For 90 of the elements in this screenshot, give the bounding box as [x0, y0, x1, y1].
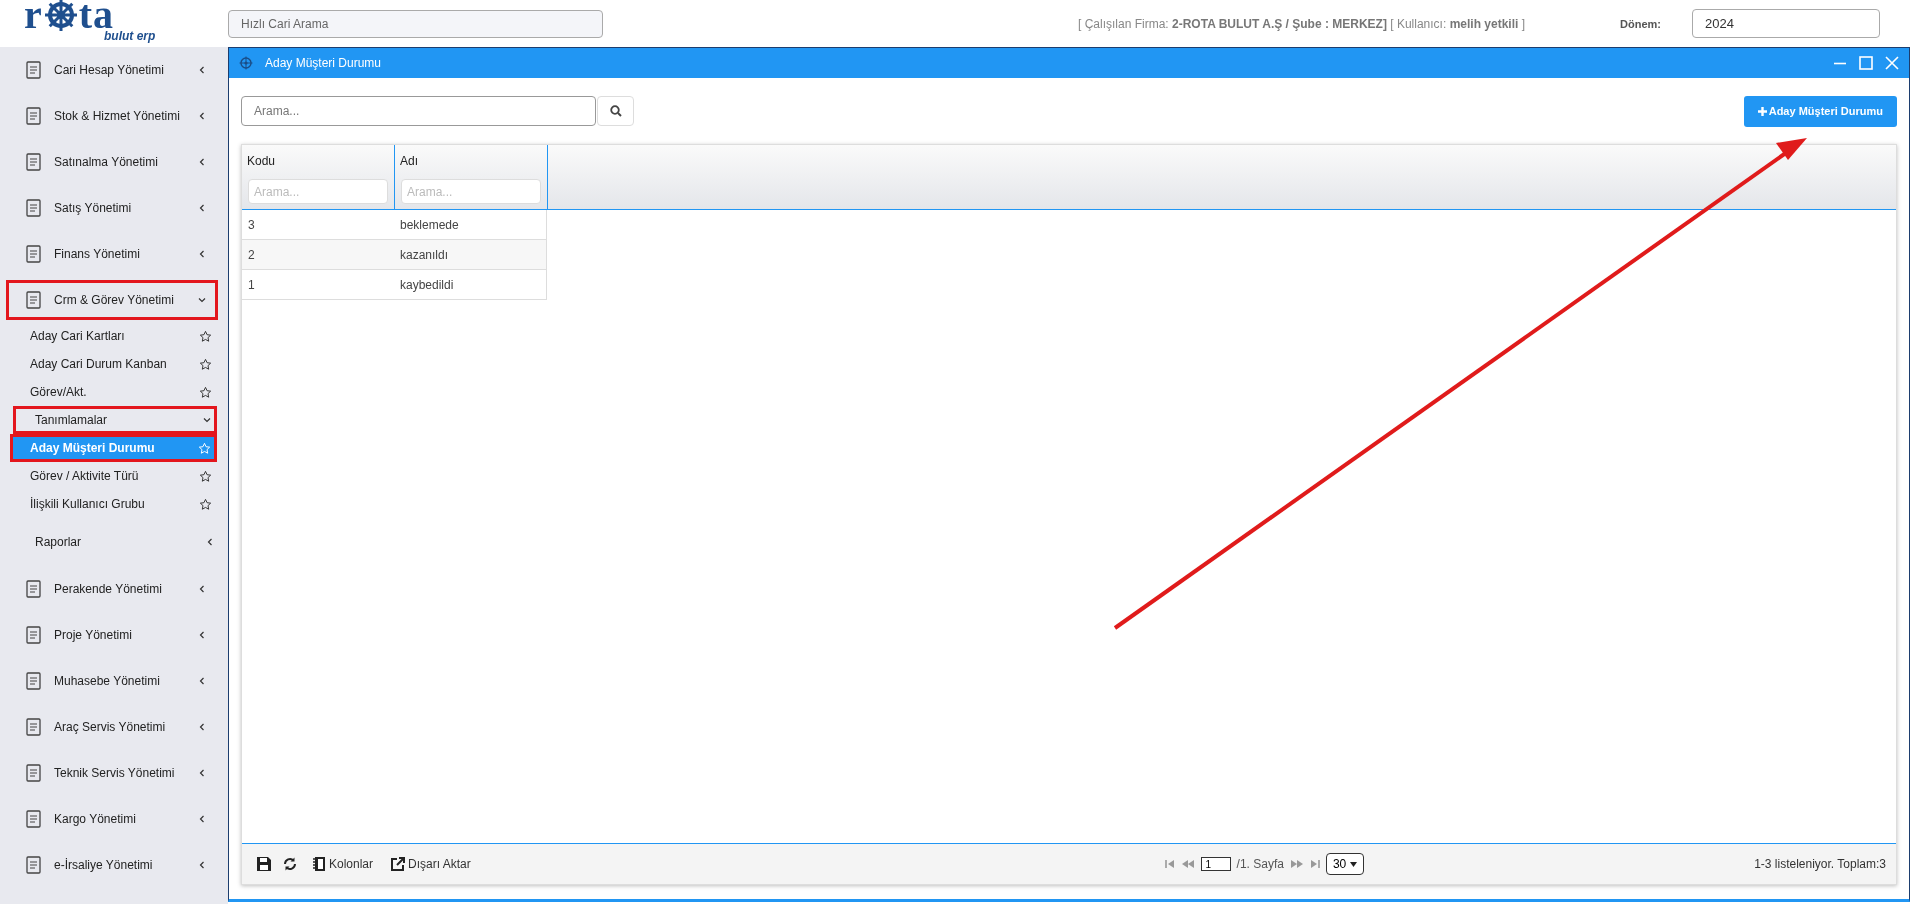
external-link-icon [391, 857, 406, 871]
table-cell-text: 2 [247, 247, 256, 262]
sidebar-item[interactable]: Proje Yönetimi [0, 612, 228, 658]
plus-icon [1757, 106, 1767, 116]
sidebar-link[interactable]: İlişkili Kullanıcı Grubu [0, 490, 228, 518]
document-icon [24, 198, 44, 218]
sidebar-group[interactable]: Tanımlamalar [13, 406, 217, 434]
sidebar-link[interactable]: Aday Cari Durum Kanban [0, 350, 228, 378]
column-header[interactable]: Kodu [242, 145, 394, 177]
sidebar-group[interactable]: Raporlar [0, 518, 228, 566]
star-icon[interactable] [199, 385, 212, 399]
document-icon [24, 579, 44, 599]
sidebar-item[interactable]: Muhasebe Yönetimi [0, 658, 228, 704]
document-icon [24, 625, 44, 645]
sidebar-item[interactable]: Kargo Yönetimi [0, 796, 228, 842]
export-button[interactable]: Dışarı Aktar [387, 857, 475, 871]
refresh-icon[interactable] [282, 856, 298, 872]
next-page-icon[interactable] [1289, 859, 1304, 869]
chevron-left-icon [198, 677, 206, 685]
quick-search-field[interactable]: Hızlı Cari Arama [228, 9, 603, 38]
document-icon [24, 60, 44, 80]
page-label: /1. Sayfa [1236, 857, 1284, 871]
chevron-down-icon [203, 416, 211, 424]
sidebar-link[interactable]: Aday Cari Kartları [0, 322, 228, 350]
sidebar-item[interactable]: Stok & Hizmet Yönetimi [0, 93, 228, 139]
document-icon [24, 855, 44, 875]
sidebar-item[interactable]: Teknik Servis Yönetimi [0, 750, 228, 796]
chevron-left-icon [206, 538, 214, 546]
chevron-left-icon [198, 112, 206, 120]
chevron-left-icon [198, 66, 206, 74]
caret-icon [1350, 861, 1358, 867]
chevron-down-icon [198, 296, 206, 304]
filter-field[interactable]: Arama... [248, 179, 388, 204]
period-label: Dönem: [1620, 17, 1661, 30]
sidebar-item[interactable]: Araç Servis Yönetimi [0, 704, 228, 750]
document-icon [24, 763, 44, 783]
sidebar-link[interactable]: Görev/Akt. [0, 378, 228, 406]
window-title: Aday Müşteri Durumu [265, 56, 382, 70]
table-cell-text: 3 [247, 217, 256, 232]
chevron-left-icon [198, 815, 206, 823]
search-icon [609, 105, 622, 117]
document-icon [24, 244, 44, 264]
document-icon [24, 671, 44, 691]
columns-button[interactable]: Kolonlar [308, 856, 378, 872]
sidebar-item[interactable]: e-İrsaliye Yönetimi [0, 842, 228, 888]
star-icon[interactable] [199, 497, 212, 511]
chevron-left-icon [198, 769, 206, 777]
document-icon [24, 809, 44, 829]
chevron-left-icon [198, 861, 206, 869]
previous-page-icon[interactable] [1180, 859, 1195, 869]
star-icon[interactable] [199, 357, 212, 371]
document-icon [24, 290, 44, 310]
filter-field[interactable]: Arama... [401, 179, 541, 204]
chevron-left-icon [198, 631, 206, 639]
document-icon [24, 152, 44, 172]
sidebar-item[interactable]: Satınalma Yönetimi [0, 139, 228, 185]
document-icon [24, 106, 44, 126]
notebook-icon [312, 856, 326, 872]
table-cell-text: kaybedildi [399, 277, 455, 292]
save-icon[interactable] [256, 856, 272, 872]
close-icon[interactable] [1885, 56, 1899, 70]
sidebar-link[interactable]: Görev / Aktivite Türü [0, 462, 228, 490]
sidebar-item[interactable]: Crm & Görev Yönetimi [6, 280, 218, 320]
search-field[interactable]: Arama... [241, 96, 596, 126]
sidebar-item[interactable]: Cari Hesap Yönetimi [0, 47, 228, 93]
chevron-left-icon [198, 158, 206, 166]
chevron-left-icon [198, 723, 206, 731]
star-icon[interactable] [199, 469, 212, 483]
star-icon[interactable] [199, 329, 212, 343]
chevron-left-icon [198, 250, 206, 258]
table-cell-text: beklemede [399, 217, 460, 232]
page-size-dropdown[interactable]: 30 [1325, 853, 1365, 875]
last-page-icon[interactable] [1309, 859, 1320, 869]
session-info: [ Çalışılan Firma: 2-ROTA BULUT A.Ş / Şube : MERKEZ] [ Kullanıcı: melih yetkili ] [1078, 16, 1525, 31]
sidebar-item[interactable]: Satış Yönetimi [0, 185, 228, 231]
table-cell-text: 1 [247, 277, 256, 292]
search-button[interactable] [597, 96, 634, 126]
first-page-icon[interactable] [1164, 859, 1175, 869]
sidebar-item[interactable]: Perakende Yönetimi [0, 566, 228, 612]
period-field[interactable]: 2024 [1691, 9, 1880, 38]
document-icon [24, 717, 44, 737]
record-summary: 1-3 listeleniyor. Toplam:3 [1754, 857, 1886, 871]
page-field[interactable]: 1 [1200, 857, 1231, 871]
table-cell-text: kazanıldı [399, 247, 450, 262]
chevron-left-icon [198, 585, 206, 593]
chevron-left-icon [198, 204, 206, 212]
sidebar-item[interactable]: Finans Yönetimi [0, 231, 228, 277]
column-header[interactable]: Adı [395, 145, 547, 177]
maximize-icon[interactable] [1859, 56, 1873, 70]
wheel-icon [239, 56, 253, 70]
